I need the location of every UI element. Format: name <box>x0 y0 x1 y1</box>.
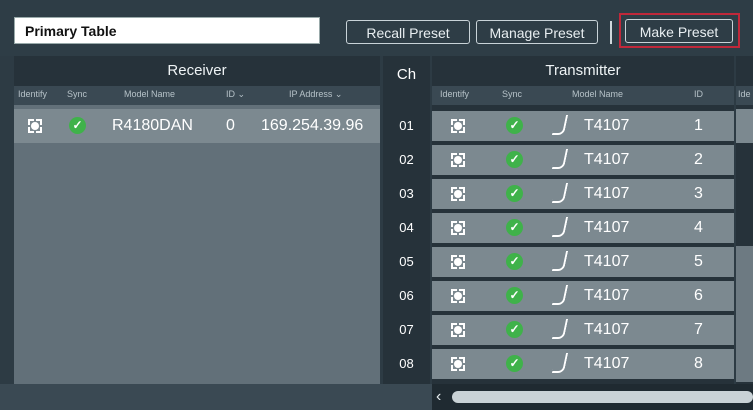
receiver-column-headers: Identify Sync Model Name ID ⌄ IP Address… <box>14 86 380 105</box>
receiver-title: Receiver <box>14 56 380 86</box>
scrollbar-thumb[interactable] <box>452 391 753 403</box>
receiver-id: 0 <box>226 117 235 134</box>
transmitter-column-headers: Identify Sync Model Name ID <box>432 86 734 105</box>
identify-icon[interactable] <box>451 255 465 269</box>
transmitter-row[interactable]: ✓ T4107 7 <box>432 315 734 345</box>
transmitter-model-name: T4107 <box>584 321 630 338</box>
next-panel-col-identify: Ide <box>738 89 751 99</box>
identify-icon[interactable] <box>451 323 465 337</box>
col-sync[interactable]: Sync <box>67 89 87 99</box>
sync-check-icon: ✓ <box>506 151 523 168</box>
channel-number: 05 <box>399 254 414 269</box>
channel-number: 08 <box>399 356 414 371</box>
handheld-mic-icon <box>551 183 569 203</box>
sync-check-icon: ✓ <box>506 355 523 372</box>
transmitter-model-name: T4107 <box>584 117 630 134</box>
sync-check-icon: ✓ <box>506 287 523 304</box>
channel-number: 01 <box>399 118 414 133</box>
identify-icon[interactable] <box>451 289 465 303</box>
make-preset-button[interactable]: Make Preset <box>625 19 733 43</box>
identify-icon[interactable] <box>451 187 465 201</box>
channel-number: 04 <box>399 220 414 235</box>
channel-column: Ch 01 02 03 04 05 06 07 08 <box>383 56 430 384</box>
channel-number: 03 <box>399 186 414 201</box>
receiver-panel <box>14 56 380 384</box>
tx-col-sync[interactable]: Sync <box>502 89 522 99</box>
transmitter-rows: ✓ T4107 1 ✓ T4107 2 ✓ T4107 3 ✓ T4107 4 ✓ T4107 5 ✓ T410… <box>432 109 734 381</box>
chevron-left-icon[interactable]: ‹ <box>436 388 450 406</box>
channel-number: 06 <box>399 288 414 303</box>
handheld-mic-icon <box>551 319 569 339</box>
transmitter-id: 2 <box>694 151 703 168</box>
col-identify[interactable]: Identify <box>18 89 47 99</box>
transmitter-row[interactable]: ✓ T4107 2 <box>432 145 734 175</box>
handheld-mic-icon <box>551 285 569 305</box>
transmitter-model-name: T4107 <box>584 151 630 168</box>
transmitter-model-name: T4107 <box>584 219 630 236</box>
transmitter-id: 4 <box>694 219 703 236</box>
next-panel-edge: Ide <box>736 56 753 384</box>
identify-icon[interactable] <box>451 357 465 371</box>
transmitter-model-name: T4107 <box>584 355 630 372</box>
handheld-mic-icon <box>551 217 569 237</box>
transmitter-row[interactable]: ✓ T4107 6 <box>432 281 734 311</box>
transmitter-model-name: T4107 <box>584 287 630 304</box>
handheld-mic-icon <box>551 115 569 135</box>
transmitter-row[interactable]: ✓ T4107 5 <box>432 247 734 277</box>
identify-icon[interactable] <box>451 153 465 167</box>
identify-icon[interactable] <box>28 119 42 133</box>
col-ip-address[interactable]: IP Address ⌄ <box>289 89 342 100</box>
receiver-bottom-bar <box>0 384 432 410</box>
transmitter-row[interactable]: ✓ T4107 3 <box>432 179 734 209</box>
receiver-row[interactable]: ✓ R4180DAN 0 169.254.39.96 <box>14 109 380 143</box>
transmitter-row[interactable]: ✓ T4107 4 <box>432 213 734 243</box>
transmitter-row[interactable]: ✓ T4107 1 <box>432 111 734 141</box>
sync-check-icon: ✓ <box>506 219 523 236</box>
toolbar-divider <box>610 21 612 44</box>
sync-check-icon: ✓ <box>506 185 523 202</box>
transmitter-id: 8 <box>694 355 703 372</box>
transmitter-id: 1 <box>694 117 703 134</box>
receiver-ip-address: 169.254.39.96 <box>261 117 364 134</box>
transmitter-id: 6 <box>694 287 703 304</box>
channel-number: 02 <box>399 152 414 167</box>
sync-check-icon: ✓ <box>506 117 523 134</box>
transmitter-id: 5 <box>694 253 703 270</box>
transmitter-id: 7 <box>694 321 703 338</box>
sync-check-icon: ✓ <box>69 117 86 134</box>
sync-check-icon: ✓ <box>506 321 523 338</box>
tx-col-identify[interactable]: Identify <box>440 89 469 99</box>
transmitter-row[interactable]: ✓ T4107 8 <box>432 349 734 379</box>
handheld-mic-icon <box>551 353 569 373</box>
transmitter-title: Transmitter <box>432 56 734 86</box>
col-id[interactable]: ID ⌄ <box>226 89 245 100</box>
sync-check-icon: ✓ <box>506 253 523 270</box>
col-model-name[interactable]: Model Name <box>124 89 175 99</box>
transmitter-id: 3 <box>694 185 703 202</box>
manage-preset-button[interactable]: Manage Preset <box>476 20 598 44</box>
handheld-mic-icon <box>551 149 569 169</box>
tx-col-id[interactable]: ID <box>694 89 703 99</box>
recall-preset-button[interactable]: Recall Preset <box>346 20 470 44</box>
transmitter-model-name: T4107 <box>584 253 630 270</box>
channel-number: 07 <box>399 322 414 337</box>
handheld-mic-icon <box>551 251 569 271</box>
identify-icon[interactable] <box>451 221 465 235</box>
transmitter-model-name: T4107 <box>584 185 630 202</box>
ch-title: Ch <box>396 66 417 83</box>
table-name-field[interactable]: Primary Table <box>14 17 320 44</box>
receiver-model-name: R4180DAN <box>112 117 193 134</box>
identify-icon[interactable] <box>451 119 465 133</box>
tx-col-model-name[interactable]: Model Name <box>572 89 623 99</box>
